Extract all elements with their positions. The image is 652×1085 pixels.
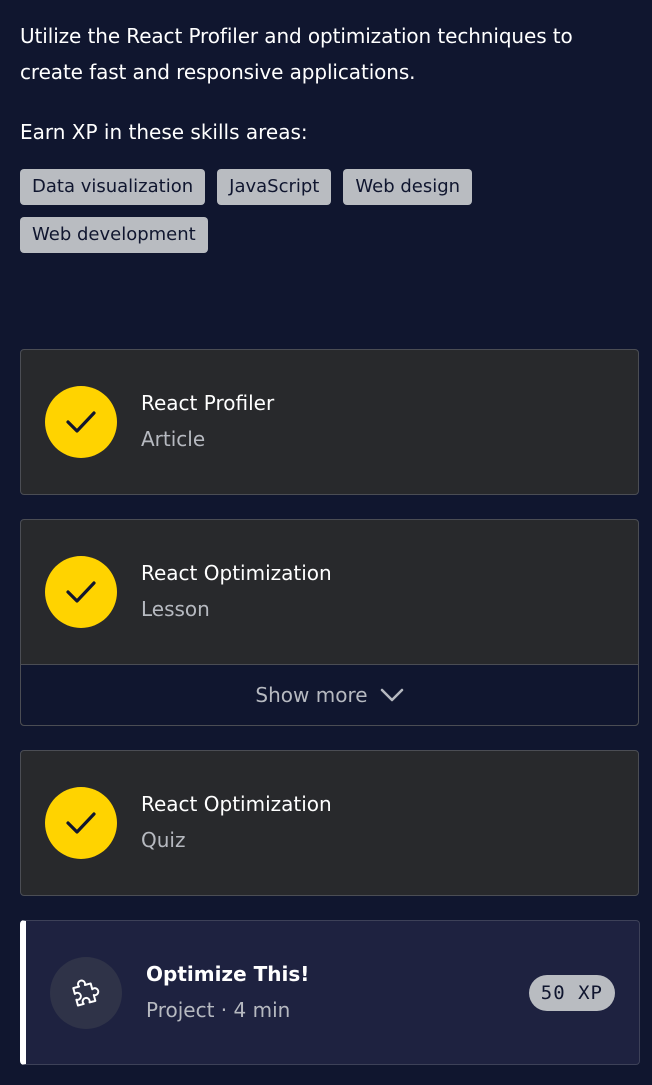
skill-tag: Web design	[343, 169, 473, 205]
skills-heading: Earn XP in these skills areas:	[20, 120, 308, 144]
item-title: React Optimization	[141, 792, 332, 816]
item-type: Lesson	[141, 597, 210, 621]
content-item-card[interactable]: React Profiler Article	[20, 349, 639, 495]
project-card[interactable]: Optimize This! Project · 4 min 50 XP	[20, 920, 640, 1065]
check-icon	[45, 386, 117, 458]
xp-badge: 50 XP	[528, 975, 615, 1011]
show-more-button[interactable]: Show more	[21, 664, 638, 725]
skill-tag: Web development	[20, 217, 208, 253]
skill-tag: Data visualization	[20, 169, 206, 205]
item-type: Quiz	[141, 828, 186, 852]
chevron-down-icon	[380, 683, 404, 707]
content-item-card[interactable]: React Optimization Quiz	[20, 750, 639, 896]
module-description: Utilize the React Profiler and optimizat…	[20, 24, 573, 84]
check-icon	[45, 787, 117, 859]
item-title: React Profiler	[141, 391, 275, 415]
skill-tag: JavaScript	[217, 169, 332, 205]
item-title: React Optimization	[141, 561, 332, 585]
puzzle-icon	[50, 957, 122, 1029]
project-meta: Project · 4 min	[146, 998, 291, 1022]
item-type: Article	[141, 427, 206, 451]
project-title: Optimize This!	[146, 962, 310, 986]
content-item-card[interactable]: React Optimization Lesson Show more	[20, 519, 639, 726]
show-more-label: Show more	[255, 683, 368, 707]
skill-tags: Data visualization JavaScript Web design…	[20, 169, 520, 253]
check-icon	[45, 556, 117, 628]
